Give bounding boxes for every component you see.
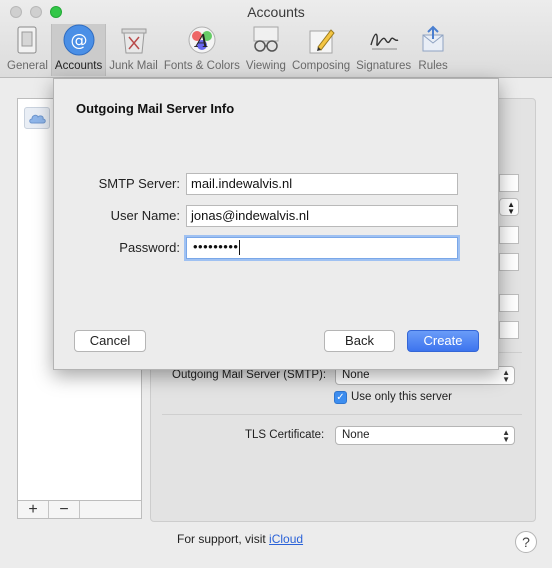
tab-junk-mail-label: Junk Mail — [109, 60, 158, 72]
glasses-icon — [250, 24, 282, 56]
background-field[interactable] — [499, 226, 519, 244]
user-name-input[interactable]: jonas@indewalvis.nl — [186, 205, 458, 227]
rules-icon — [417, 24, 449, 56]
tls-certificate-value: None — [342, 429, 370, 441]
create-button[interactable]: Create — [407, 330, 479, 352]
preferences-tabs: General @ Accounts Junk Mail A Fonts & C… — [4, 24, 452, 76]
password-field-label: Password: — [119, 240, 180, 255]
smtp-server-label: Outgoing Mail Server (SMTP): — [172, 369, 327, 381]
cancel-button[interactable]: Cancel — [74, 330, 146, 352]
signature-icon — [368, 24, 400, 56]
smtp-server-field-label: SMTP Server: — [98, 176, 180, 191]
icloud-icon[interactable] — [24, 107, 50, 129]
window-title: Accounts — [247, 4, 305, 20]
sheet-title: Outgoing Mail Server Info — [76, 101, 235, 116]
tab-signatures-label: Signatures — [356, 60, 412, 72]
svg-text:@: @ — [70, 31, 87, 51]
tab-accounts[interactable]: @ Accounts — [50, 24, 107, 76]
svg-text:A: A — [193, 31, 208, 52]
password-row: Password: ••••••••• — [54, 237, 500, 259]
use-only-this-server-label: Use only this server — [351, 391, 452, 403]
back-button[interactable]: Back — [324, 330, 395, 352]
background-field[interactable] — [499, 321, 519, 339]
tab-rules[interactable]: Rules — [414, 24, 452, 76]
tls-certificate-label: TLS Certificate: — [245, 429, 325, 441]
tab-general[interactable]: General — [4, 24, 51, 76]
user-name-row: User Name: jonas@indewalvis.nl — [54, 205, 500, 227]
select-arrows-icon: ▲ ▼ — [502, 428, 510, 444]
background-field[interactable] — [499, 253, 519, 271]
at-sign-icon: @ — [63, 24, 95, 56]
help-button[interactable]: ? — [515, 531, 537, 553]
tab-viewing-label: Viewing — [245, 60, 286, 72]
smtp-server-row: SMTP Server: mail.indewalvis.nl — [54, 173, 500, 195]
background-field[interactable] — [499, 174, 519, 192]
pencil-icon — [305, 24, 337, 56]
use-only-this-server-checkbox[interactable]: ✓ — [334, 391, 347, 404]
toolbar: Accounts General @ Accounts Junk Mail A … — [0, 0, 552, 78]
divider — [162, 414, 522, 415]
smtp-server-input[interactable]: mail.indewalvis.nl — [186, 173, 458, 195]
account-list-controls: + − — [17, 500, 142, 519]
text-caret — [239, 240, 241, 256]
password-value: ••••••••• — [193, 239, 239, 254]
tab-fonts-colors-label: Fonts & Colors — [163, 60, 240, 72]
tab-fonts-colors[interactable]: A Fonts & Colors — [161, 24, 243, 76]
select-arrows-icon: ▲ ▼ — [502, 368, 510, 384]
add-account-button[interactable]: + — [18, 501, 49, 518]
smtp-server-value: None — [342, 369, 370, 381]
icloud-support-link[interactable]: iCloud — [269, 532, 303, 546]
password-dots: ••••••••• — [193, 239, 241, 256]
background-field[interactable] — [499, 294, 519, 312]
password-input[interactable]: ••••••••• — [186, 237, 458, 259]
tab-rules-label: Rules — [418, 60, 448, 72]
tab-junk-mail[interactable]: Junk Mail — [106, 24, 161, 76]
fonts-colors-icon: A — [186, 24, 218, 56]
support-text: For support, visit iCloud — [177, 532, 303, 546]
support-prefix: For support, visit — [177, 532, 270, 546]
tls-certificate-select[interactable]: None ▲ ▼ — [335, 426, 515, 445]
tab-composing[interactable]: Composing — [289, 24, 353, 76]
tab-viewing[interactable]: Viewing — [243, 24, 289, 76]
outgoing-mail-server-sheet: Outgoing Mail Server Info SMTP Server: m… — [53, 78, 499, 370]
tab-signatures[interactable]: Signatures — [353, 24, 414, 76]
tab-general-label: General — [7, 60, 48, 72]
general-icon — [11, 24, 43, 56]
background-select[interactable]: ▲ ▼ — [499, 198, 519, 216]
mail-preferences-window: Accounts General @ Accounts Junk Mail A … — [0, 0, 552, 568]
user-name-field-label: User Name: — [110, 208, 180, 223]
remove-account-button[interactable]: − — [49, 501, 80, 518]
junk-mail-icon — [118, 24, 150, 56]
tab-composing-label: Composing — [291, 60, 351, 72]
tab-accounts-label: Accounts — [54, 60, 103, 72]
